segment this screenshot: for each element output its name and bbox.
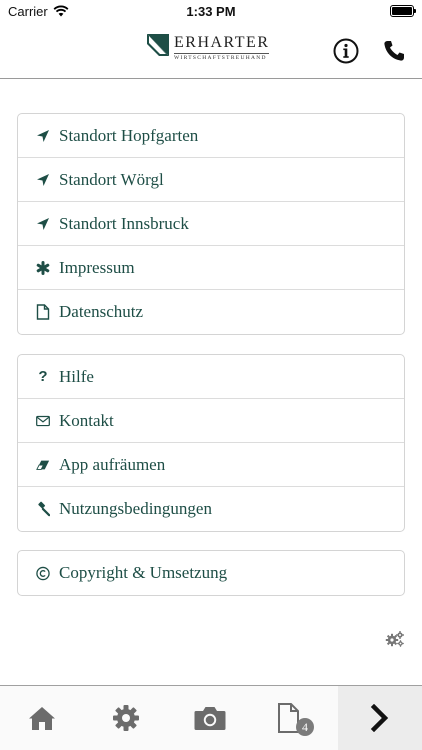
- home-icon: [29, 707, 55, 730]
- menu-item-label: Nutzungsbedingungen: [59, 499, 212, 518]
- menu-item-label: Standort Innsbruck: [59, 213, 189, 233]
- header: ERHARTER WIRTSCHAFTSTREUHAND: [0, 22, 422, 79]
- tab-home[interactable]: [0, 686, 84, 750]
- menu-item-standort-woergl[interactable]: Standort Wörgl: [18, 158, 404, 202]
- envelope-icon: [36, 413, 50, 429]
- document-icon: [36, 304, 50, 320]
- menu-item-label: Standort Hopfgarten: [59, 125, 199, 145]
- settings-gear-icon: [113, 705, 139, 731]
- tab-bar: 4: [0, 685, 422, 750]
- logo-subtitle: WIRTSCHAFTSTREUHAND: [174, 53, 270, 61]
- menu-item-datenschutz[interactable]: Datenschutz: [18, 290, 404, 334]
- chevron-right-icon: [370, 704, 389, 732]
- logo-name: ERHARTER: [174, 34, 270, 51]
- location-arrow-icon: [36, 128, 50, 144]
- info-button[interactable]: [332, 37, 360, 65]
- menu-item-standort-hopfgarten[interactable]: Standort Hopfgarten: [18, 114, 404, 158]
- menu-item-label: Standort Wörgl: [59, 169, 164, 189]
- documents-badge: 4: [296, 718, 314, 736]
- menu-item-copyright[interactable]: Copyright & Umsetzung: [18, 551, 404, 595]
- tab-next[interactable]: [338, 686, 422, 750]
- menu-item-label: Impressum: [59, 257, 135, 277]
- menu-group-support: ? Hilfe Kontakt App aufräumen Nutzungsbe…: [17, 354, 405, 532]
- asterisk-icon: [36, 260, 50, 276]
- menu-item-impressum[interactable]: Impressum: [18, 246, 404, 290]
- carrier-label: Carrier: [8, 3, 48, 19]
- status-bar: Carrier 1:33 PM: [0, 0, 422, 22]
- phone-icon: [384, 41, 404, 61]
- wifi-icon: [53, 5, 69, 17]
- tab-settings[interactable]: [84, 686, 168, 750]
- menu-item-label: Datenschutz: [59, 302, 144, 321]
- gears-icon[interactable]: [385, 630, 405, 648]
- info-circle-icon: [333, 38, 359, 64]
- camera-icon: [194, 707, 226, 730]
- menu-item-label: Copyright & Umsetzung: [59, 563, 228, 582]
- tab-documents[interactable]: 4: [252, 686, 336, 750]
- menu-item-label: Hilfe: [59, 366, 94, 386]
- copyright-icon: [36, 565, 50, 581]
- gavel-icon: [36, 501, 50, 517]
- phone-button[interactable]: [380, 37, 408, 65]
- menu-item-label: Kontakt: [59, 410, 114, 430]
- eraser-icon: [36, 457, 50, 473]
- menu-item-standort-innsbruck[interactable]: Standort Innsbruck: [18, 202, 404, 246]
- location-arrow-icon: [36, 216, 50, 232]
- question-icon: ?: [38, 368, 48, 385]
- logo-mark-icon: [147, 34, 169, 56]
- tab-camera[interactable]: [168, 686, 252, 750]
- location-arrow-icon: [36, 172, 50, 188]
- menu-item-app-aufraeumen[interactable]: App aufräumen: [18, 443, 404, 487]
- menu-item-kontakt[interactable]: Kontakt: [18, 399, 404, 443]
- erharter-logo: ERHARTER WIRTSCHAFTSTREUHAND: [147, 34, 270, 61]
- menu-group-copyright: Copyright & Umsetzung: [17, 550, 405, 596]
- menu-group-locations: Standort Hopfgarten Standort Wörgl Stand…: [17, 113, 405, 335]
- menu-item-hilfe[interactable]: ? Hilfe: [18, 355, 404, 399]
- battery-icon: [390, 5, 416, 17]
- menu-item-nutzungsbedingungen[interactable]: Nutzungsbedingungen: [18, 487, 404, 531]
- menu-item-label: App aufräumen: [59, 454, 166, 474]
